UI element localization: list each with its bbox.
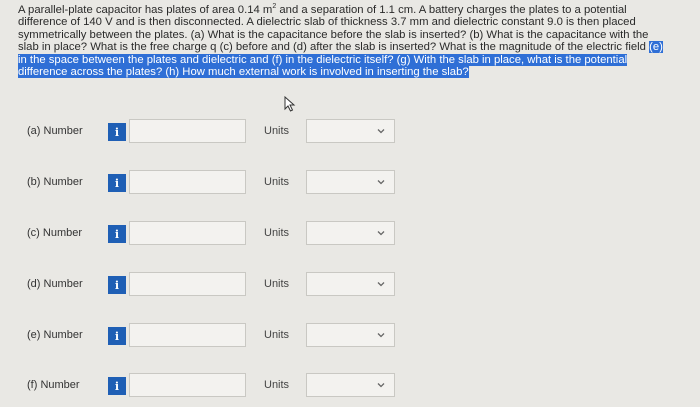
units-dropdown[interactable]: [306, 323, 395, 347]
units-dropdown[interactable]: [306, 221, 395, 245]
part-label: (e) Number: [27, 329, 83, 341]
units-label: Units: [264, 227, 290, 239]
answer-row-c: (c) Number i Units: [0, 221, 700, 247]
chevron-down-icon: [377, 333, 385, 338]
number-input[interactable]: [129, 272, 246, 296]
part-label: (a) Number: [27, 125, 83, 137]
units-dropdown[interactable]: [306, 373, 395, 397]
part-label: (b) Number: [27, 176, 83, 188]
answer-row-e: (e) Number i Units: [0, 323, 700, 349]
units-label: Units: [264, 329, 290, 341]
info-icon[interactable]: i: [108, 327, 126, 345]
chevron-down-icon: [377, 180, 385, 185]
part-label: (d) Number: [27, 278, 83, 290]
info-icon[interactable]: i: [108, 174, 126, 192]
number-input[interactable]: [129, 221, 246, 245]
units-label: Units: [264, 278, 290, 290]
mouse-cursor-icon: [284, 96, 296, 112]
problem-text: A parallel-plate capacitor has plates of…: [18, 4, 273, 16]
part-label: (f) Number: [27, 379, 80, 391]
units-label: Units: [264, 379, 290, 391]
part-label: (c) Number: [27, 227, 83, 239]
info-icon[interactable]: i: [108, 123, 126, 141]
answer-row-d: (d) Number i Units: [0, 272, 700, 298]
chevron-down-icon: [377, 282, 385, 287]
units-dropdown[interactable]: [306, 272, 395, 296]
number-input[interactable]: [129, 323, 246, 347]
info-icon[interactable]: i: [108, 225, 126, 243]
info-icon[interactable]: i: [108, 377, 126, 395]
chevron-down-icon: [377, 231, 385, 236]
chevron-down-icon: [377, 383, 385, 388]
answer-row-b: (b) Number i Units: [0, 170, 700, 196]
number-input[interactable]: [129, 373, 246, 397]
answer-row-f: (f) Number i Units: [0, 373, 700, 399]
units-label: Units: [264, 125, 290, 137]
units-label: Units: [264, 176, 290, 188]
chevron-down-icon: [377, 129, 385, 134]
units-dropdown[interactable]: [306, 170, 395, 194]
units-dropdown[interactable]: [306, 119, 395, 143]
problem-statement: A parallel-plate capacitor has plates of…: [18, 3, 668, 79]
answer-row-a: (a) Number i Units: [0, 119, 700, 145]
number-input[interactable]: [129, 170, 246, 194]
number-input[interactable]: [129, 119, 246, 143]
info-icon[interactable]: i: [108, 276, 126, 294]
